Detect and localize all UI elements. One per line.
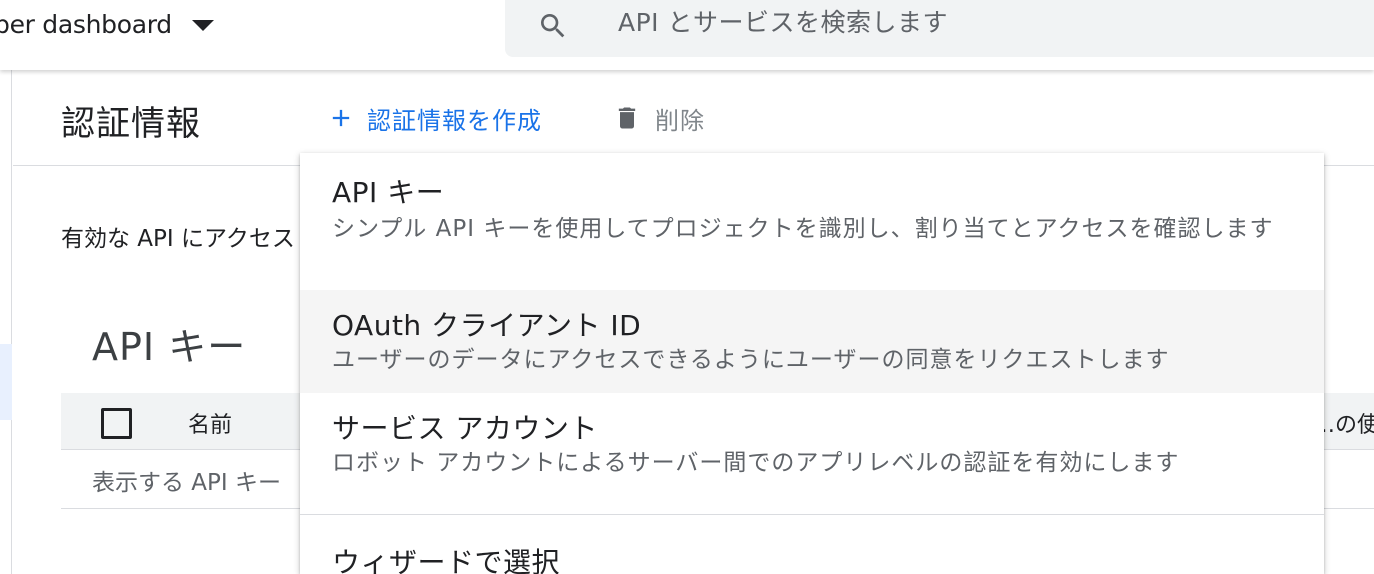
create-credentials-menu: API キー シンプル API キーを使用してプロジェクトを識別し、割り当てとア… [300,153,1324,574]
project-name: per dashboard [0,9,172,39]
menu-item-wizard[interactable]: ウィザードで選択 [300,515,1324,574]
column-header-name[interactable]: 名前 [188,407,232,439]
search-icon [541,14,565,38]
create-credentials-button[interactable]: 認証情報を作成 [327,100,542,136]
menu-item-oauth-client-id[interactable]: OAuth クライアント ID ユーザーのデータにアクセスできるようにユーザーの… [300,290,1324,393]
plus-icon [332,109,350,127]
search-placeholder: API とサービスを検索します [618,8,948,37]
menu-item-title: OAuth クライアント ID [332,309,642,342]
trash-icon [618,107,636,129]
top-bar: per dashboard API とサービスを検索します [0,0,1374,70]
search-input[interactable]: API とサービスを検索します [505,0,1374,57]
page-title: 認証情報 [61,104,201,144]
menu-item-api-key[interactable]: API キー シンプル API キーを使用してプロジェクトを識別し、割り当てとア… [300,153,1324,290]
api-keys-section-title: API キー [92,325,247,369]
left-nav-active-item[interactable] [0,344,12,420]
dropdown-caret-icon [191,19,214,31]
page-header: 認証情報 認証情報を作成 削除 [13,70,1374,166]
create-credentials-label: 認証情報を作成 [367,106,542,135]
menu-item-description: ユーザーのデータにアクセスできるようにユーザーの同意をリクエストします [332,347,1170,373]
delete-button[interactable]: 削除 [613,100,705,136]
project-picker[interactable]: per dashboard [0,6,214,42]
delete-label: 削除 [655,106,705,135]
menu-item-title: サービス アカウント [332,412,598,445]
intro-text: 有効な API にアクセス [61,226,295,252]
menu-item-service-account[interactable]: サービス アカウント ロボット アカウントによるサーバー間でのアプリレベルの認証… [300,393,1324,514]
menu-item-description: ロボット アカウントによるサーバー間でのアプリレベルの認証を有効にします [332,450,1180,476]
select-all-checkbox[interactable] [101,408,132,439]
menu-item-title: ウィザードで選択 [332,546,561,574]
menu-item-title: API キー [332,176,445,209]
left-nav-rail [0,70,12,574]
empty-state-text: 表示する API キー [92,470,282,496]
menu-item-description: シンプル API キーを使用してプロジェクトを識別し、割り当てとアクセスを確認し… [332,216,1274,242]
